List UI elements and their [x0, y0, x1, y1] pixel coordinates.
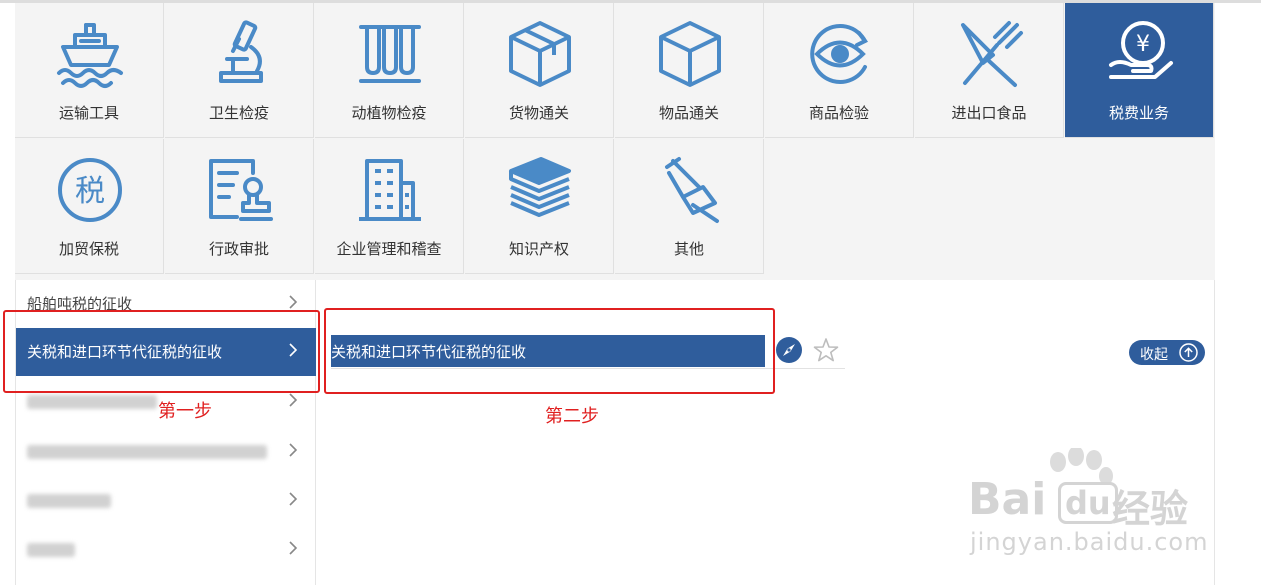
- redacted-text: [27, 543, 75, 557]
- category-tax-business[interactable]: ¥ 税费业务: [1065, 3, 1214, 138]
- eye-inspection-icon: [810, 24, 869, 84]
- pushpin-icon: [665, 157, 719, 223]
- step2-annotation: 第二步: [545, 406, 599, 427]
- category-label: 税费业务: [1108, 104, 1169, 122]
- step1-annotation: 第一步: [158, 401, 212, 422]
- collapse-button[interactable]: 收起: [1129, 340, 1205, 365]
- category-label: 行政审批: [208, 240, 269, 258]
- category-label: 物品通关: [658, 104, 719, 122]
- category-label: 知识产权: [508, 240, 569, 258]
- category-processing-trade-bonded[interactable]: 税 加贸保税: [15, 139, 164, 274]
- redacted-text: [27, 395, 157, 409]
- cube-icon: [659, 21, 721, 87]
- category-label: 商品检验: [808, 104, 869, 122]
- test-tubes-icon: [359, 25, 421, 83]
- category-grid: 运输工具 卫生检疫 动植物检疫 货物通关 物品通关 商品检验 进出口食品 ¥ 税…: [15, 3, 1215, 280]
- step1-highlight: [3, 310, 320, 393]
- category-label: 企业管理和稽查: [336, 240, 442, 258]
- category-intellectual-property[interactable]: 知识产权: [465, 139, 614, 274]
- category-import-export-food[interactable]: 进出口食品: [915, 3, 1064, 138]
- category-articles-clearance[interactable]: 物品通关: [615, 3, 764, 138]
- yuan-hand-icon: ¥: [1109, 21, 1173, 79]
- category-goods-clearance[interactable]: 货物通关: [465, 3, 614, 138]
- chevron-right-icon: [289, 295, 298, 309]
- collapse-label: 收起: [1140, 347, 1168, 363]
- category-label: 其他: [673, 240, 704, 258]
- tax-glyph: 税: [75, 174, 105, 209]
- menu-item-redacted[interactable]: [16, 428, 316, 476]
- chevron-right-icon: [289, 541, 298, 555]
- category-other[interactable]: 其他: [615, 139, 764, 274]
- ship-icon: [57, 23, 123, 88]
- menu-item-redacted[interactable]: [16, 526, 316, 574]
- category-label: 加贸保税: [58, 240, 119, 258]
- category-label: 卫生检疫: [208, 104, 269, 122]
- category-label: 运输工具: [58, 104, 119, 122]
- chevron-right-icon: [289, 443, 298, 457]
- category-animal-plant-quarantine[interactable]: 动植物检疫: [315, 3, 464, 138]
- category-commodity-inspection[interactable]: 商品检验: [765, 3, 914, 138]
- yuan-glyph: ¥: [1136, 32, 1150, 57]
- approval-stamp-icon: [209, 159, 273, 221]
- redacted-text: [27, 445, 267, 459]
- favorite-star-icon[interactable]: [812, 336, 840, 364]
- category-transport[interactable]: 运输工具: [15, 3, 164, 138]
- building-icon: [359, 159, 421, 221]
- category-enterprise-audit[interactable]: 企业管理和稽查: [315, 139, 464, 274]
- step2-highlight: [324, 308, 775, 394]
- arrow-up-circle-icon: [1179, 343, 1198, 362]
- chevron-right-icon: [289, 393, 298, 407]
- category-health-quarantine[interactable]: 卫生检疫: [165, 3, 314, 138]
- category-label: 进出口食品: [951, 104, 1027, 122]
- books-icon: [509, 157, 571, 217]
- fork-knife-icon: [961, 21, 1023, 87]
- category-label: 货物通关: [508, 104, 569, 122]
- compass-icon[interactable]: [775, 336, 803, 364]
- chevron-right-icon: [289, 492, 298, 506]
- package-icon: [509, 21, 571, 87]
- microscope-icon: [219, 20, 263, 83]
- tax-circle-icon: 税: [58, 158, 122, 222]
- redacted-text: [27, 494, 111, 508]
- category-label: 动植物检疫: [351, 104, 427, 122]
- menu-item-redacted[interactable]: [16, 477, 316, 525]
- category-administrative-approval[interactable]: 行政审批: [165, 139, 314, 274]
